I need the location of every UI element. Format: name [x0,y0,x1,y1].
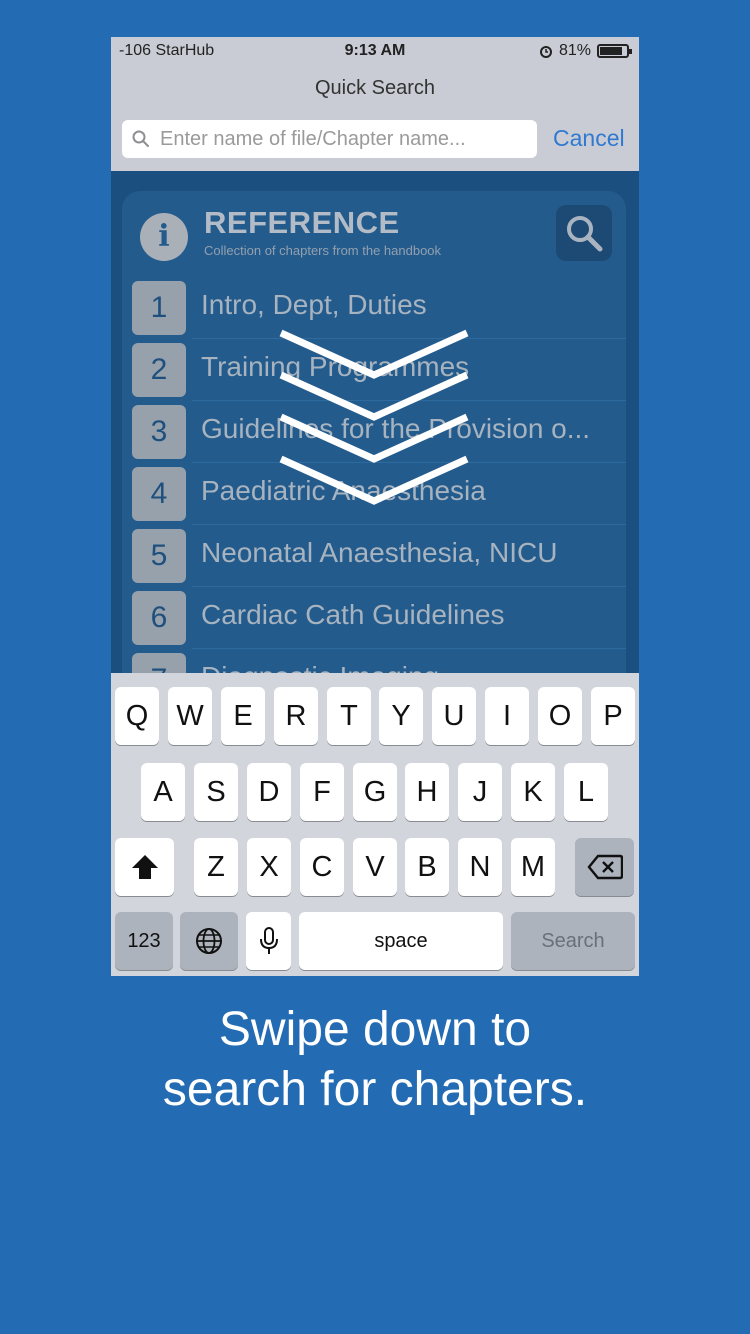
panel-subtitle: Collection of chapters from the handbook [204,243,442,258]
chapter-number: 6 [132,591,186,645]
chapter-number: 5 [132,529,186,583]
key-c[interactable]: C [300,838,344,896]
key-e[interactable]: E [221,687,265,745]
space-key[interactable]: space [299,912,503,970]
key-a[interactable]: A [141,763,185,821]
key-i[interactable]: I [485,687,529,745]
battery-icon [597,44,632,58]
chapter-number: 2 [132,343,186,397]
key-m[interactable]: M [511,838,555,896]
info-icon[interactable]: i [140,213,188,261]
chapter-label: Neonatal Anaesthesia, NICU [201,537,558,568]
key-k[interactable]: K [511,763,555,821]
key-r[interactable]: R [274,687,318,745]
swipe-down-chevrons-icon [279,329,469,505]
key-l[interactable]: L [564,763,608,821]
magnifier-icon [567,216,603,252]
status-bar: -106 StarHub 9:13 AM 81% [111,37,639,65]
key-u[interactable]: U [432,687,476,745]
panel-header: i REFERENCE Collection of chapters from … [122,191,626,281]
key-b[interactable]: B [405,838,449,896]
battery-percent: 81% [558,42,591,59]
numbers-key[interactable]: 123 [115,912,173,970]
phone-screen: -106 StarHub 9:13 AM 81% Quick Search Ca… [111,37,639,976]
key-v[interactable]: V [353,838,397,896]
search-icon [122,130,160,148]
key-o[interactable]: O [538,687,582,745]
key-d[interactable]: D [247,763,291,821]
search-key[interactable]: Search [511,912,635,970]
page-title: Quick Search [314,77,436,99]
key-q[interactable]: Q [115,687,159,745]
backspace-key[interactable] [575,838,634,896]
key-t[interactable]: T [327,687,371,745]
key-x[interactable]: X [247,838,291,896]
chapter-number: 4 [132,467,186,521]
chapter-label: Cardiac Cath Guidelines [201,599,505,630]
microphone-key[interactable] [246,912,291,970]
key-n[interactable]: N [458,838,502,896]
cancel-button[interactable]: Cancel [553,125,625,152]
chapter-label: Intro, Dept, Duties [201,289,427,320]
keyboard: Q W E R T Y U I O P A S D F G H J K L Z … [111,673,639,976]
key-z[interactable]: Z [194,838,238,896]
panel-title: REFERENCE [204,205,400,240]
chapter-row[interactable]: 6 Cardiac Cath Guidelines [122,587,626,649]
key-g[interactable]: G [353,763,397,821]
globe-key[interactable] [180,912,238,970]
key-y[interactable]: Y [379,687,423,745]
caption-line-1: Swipe down to [218,1003,532,1056]
key-f[interactable]: F [300,763,344,821]
shift-key[interactable] [115,838,174,896]
caption-line-2: search for chapters. [162,1063,588,1116]
backspace-icon [586,854,623,880]
search-button[interactable] [556,205,612,261]
alarm-icon [539,46,552,58]
microphone-icon [259,927,278,954]
key-p[interactable]: P [591,687,635,745]
status-right: 81% [539,42,632,60]
search-field[interactable] [122,120,537,158]
key-w[interactable]: W [168,687,212,745]
search-input[interactable] [160,127,530,151]
chapter-row[interactable]: 5 Neonatal Anaesthesia, NICU [122,525,626,587]
chapter-number: 3 [132,405,186,459]
key-j[interactable]: J [458,763,502,821]
shift-icon [131,855,158,879]
chapter-number: 1 [132,281,186,335]
key-h[interactable]: H [405,763,449,821]
key-s[interactable]: S [194,763,238,821]
quick-search-header: Quick Search Cancel [111,65,639,171]
globe-icon [196,928,222,954]
